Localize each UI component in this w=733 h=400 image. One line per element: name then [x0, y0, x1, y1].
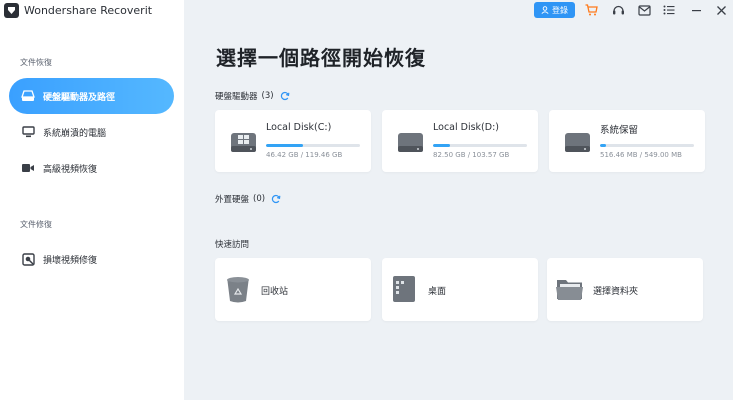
quick-access-header: 快速訪問 [215, 238, 249, 250]
quick-label: 桌面 [428, 287, 447, 297]
hard-drive-icon [21, 89, 35, 103]
sidebar-item-label: 高級視頻恢復 [43, 164, 98, 175]
windows-drive-icon [230, 128, 257, 155]
drive-name: Local Disk(C:) [266, 122, 332, 133]
drive-size: 516.46 MB / 549.00 MB [600, 151, 682, 159]
login-button[interactable]: 登錄 [534, 2, 575, 18]
folder-icon [555, 274, 585, 304]
sidebar-item-video-repair[interactable]: 損壞視頻修復 [9, 241, 174, 277]
video-repair-icon [21, 252, 35, 266]
quick-access-label: 快速訪問 [215, 240, 250, 250]
quick-label: 選擇資料夾 [593, 287, 639, 297]
sidebar-item-label: 硬盤驅動器及路徑 [43, 92, 116, 103]
drive-usage-fill [433, 144, 450, 147]
login-label: 登錄 [552, 5, 568, 15]
drive-card-c[interactable]: Local Disk(C:) 46.42 GB / 119.46 GB [215, 110, 371, 172]
drive-card-d[interactable]: Local Disk(D:) 82.50 GB / 103.57 GB [382, 110, 538, 172]
drive-usage-fill [600, 144, 606, 147]
drive-name: 系統保留 [600, 125, 639, 136]
drives-section-header: 硬盤驅動器 (3) [215, 90, 290, 102]
sidebar-item-label: 損壞視頻修復 [43, 255, 98, 266]
quick-desktop[interactable]: 桌面 [382, 258, 538, 321]
refresh-external-icon[interactable] [271, 194, 281, 204]
app-title: Wondershare Recoverit [24, 4, 153, 17]
drive-usage-bar [600, 144, 694, 147]
drive-size: 82.50 GB / 103.57 GB [433, 151, 510, 159]
drive-icon [564, 128, 591, 155]
mail-icon[interactable] [637, 3, 651, 17]
crashed-computer-icon [21, 125, 35, 139]
user-icon [541, 6, 549, 14]
video-camera-icon [21, 161, 35, 175]
sidebar-item-hard-drive[interactable]: 硬盤驅動器及路徑 [9, 78, 174, 114]
desktop-icon [390, 274, 420, 304]
section-file-repair: 文件修復 [20, 220, 52, 229]
recycle-bin-icon [223, 274, 253, 304]
external-section-header: 外置硬盤 (0) [215, 193, 281, 205]
cart-icon[interactable] [584, 3, 598, 17]
menu-icon[interactable] [662, 3, 676, 17]
close-icon[interactable] [714, 3, 728, 17]
external-count: (0) [253, 194, 266, 204]
drive-name: Local Disk(D:) [433, 122, 499, 133]
drive-usage-bar [266, 144, 360, 147]
section-file-recovery: 文件恢復 [20, 58, 52, 67]
drives-section-label: 硬盤驅動器 [215, 92, 258, 102]
quick-select-folder[interactable]: 選擇資料夾 [547, 258, 703, 321]
quick-label: 回收站 [261, 287, 289, 297]
main-panel: 選擇一個路徑開始恢復 硬盤驅動器 (3) Local Disk(C:) 46.4… [184, 0, 733, 400]
app-logo-icon [4, 3, 19, 18]
drive-usage-bar [433, 144, 527, 147]
drive-size: 46.42 GB / 119.46 GB [266, 151, 343, 159]
quick-recycle-bin[interactable]: 回收站 [215, 258, 371, 321]
page-title: 選擇一個路徑開始恢復 [216, 46, 426, 70]
sidebar: Wondershare Recoverit 文件恢復 硬盤驅動器及路徑 系統崩潰… [0, 0, 184, 400]
external-section-label: 外置硬盤 [215, 195, 250, 205]
drive-icon [397, 128, 424, 155]
refresh-drives-icon[interactable] [280, 91, 290, 101]
drive-card-system-reserved[interactable]: 系統保留 516.46 MB / 549.00 MB [549, 110, 705, 172]
sidebar-item-video-recovery[interactable]: 高級視頻恢復 [9, 150, 174, 186]
minimize-icon[interactable] [689, 3, 703, 17]
sidebar-item-crashed-computer[interactable]: 系統崩潰的電腦 [9, 114, 174, 150]
support-icon[interactable] [611, 3, 625, 17]
drive-usage-fill [266, 144, 303, 147]
drives-count: (3) [261, 91, 274, 101]
sidebar-item-label: 系統崩潰的電腦 [43, 128, 107, 139]
